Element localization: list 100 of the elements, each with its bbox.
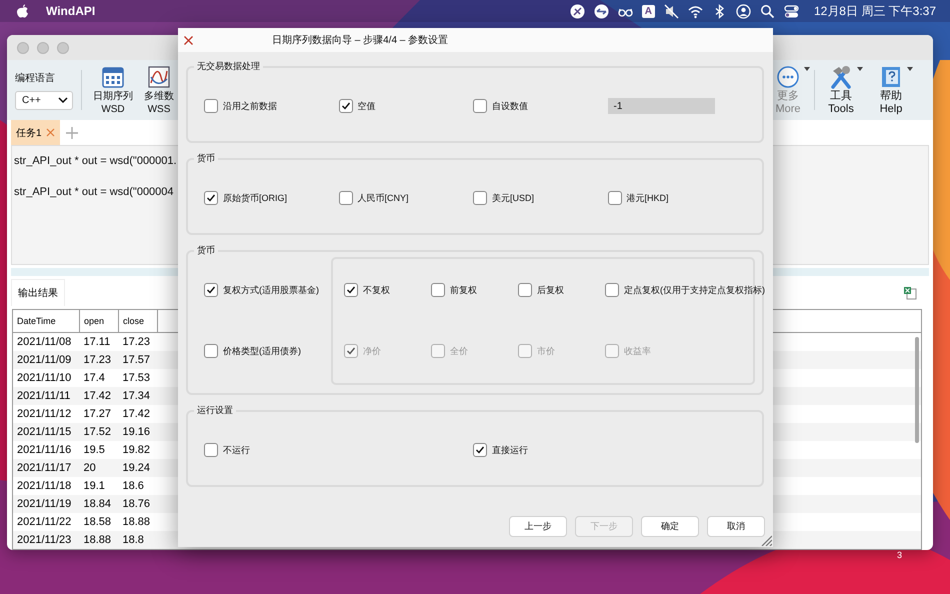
checkbox[interactable] (605, 283, 619, 297)
table-cell: 19.24 (122, 462, 150, 474)
checkbox-label: 人民币[CNY] (358, 192, 409, 204)
close-icon[interactable] (46, 128, 55, 137)
status-icon[interactable] (570, 4, 585, 18)
table-cell: 17.23 (84, 354, 112, 366)
checkbox[interactable] (473, 191, 487, 205)
table-cell: 17.23 (122, 336, 150, 348)
dialog-button[interactable]: 上一步 (509, 516, 567, 537)
column-header[interactable]: close (118, 310, 158, 332)
checkbox-label: 不运行 (223, 444, 250, 456)
checkbox[interactable] (204, 344, 218, 358)
table-cell: 2021/11/10 (17, 372, 72, 384)
checkbox[interactable] (204, 283, 218, 297)
table-cell: 2021/11/22 (17, 516, 72, 528)
check-icon (206, 193, 216, 203)
check-icon (346, 346, 356, 356)
clock[interactable]: 12月8日 周三 下午3:37 (814, 2, 936, 20)
checkbox[interactable] (473, 99, 487, 113)
table-cell: 2021/11/12 (17, 408, 72, 420)
toolbar-button[interactable]: 帮助 Help (867, 64, 915, 116)
checkbox[interactable] (608, 191, 622, 205)
table-cell: 18.58 (84, 516, 112, 528)
checkbox[interactable] (344, 283, 358, 297)
dropdown-arrow-icon (804, 66, 810, 70)
spreadsheet-export-icon[interactable] (903, 286, 917, 300)
code-line: str_API_out * out = wsd("000001. (14, 154, 177, 169)
checkbox-label: 直接运行 (492, 444, 528, 456)
table-cell: 2021/11/16 (17, 444, 72, 456)
scrollbar[interactable] (915, 337, 919, 443)
checkbox-label: 空值 (358, 100, 376, 112)
table-cell: 18.76 (122, 498, 150, 510)
user-icon[interactable] (736, 4, 751, 18)
checkbox-label: 后复权 (537, 284, 564, 296)
toolbar-button[interactable]: 日期序列 WSD (90, 64, 136, 116)
column-header[interactable]: open (80, 310, 118, 332)
desktop-label: 3 (897, 550, 902, 560)
dropdown-arrow-icon (857, 66, 863, 70)
value-field[interactable]: -1 (608, 98, 714, 114)
output-tab[interactable]: 输出结果 (11, 279, 65, 306)
table-cell: 18.8 (122, 534, 144, 546)
add-tab-icon[interactable] (66, 126, 78, 138)
dialog-title: 日期序列数据向导 – 步骤4/4 – 参数设置 (272, 34, 448, 47)
table-cell: 17.57 (122, 354, 150, 366)
checkbox-label: 原始货币[ORIG] (223, 192, 288, 204)
check-icon (340, 101, 350, 111)
toolbar-button[interactable]: 工具 Tools (817, 64, 865, 116)
checkbox-label: 复权方式(适用股票基金) (223, 284, 319, 296)
checkbox-label: 沿用之前数据 (223, 100, 277, 112)
status-icon[interactable] (594, 4, 609, 18)
checkbox-label: 美元[USD] (492, 192, 534, 204)
group-title: 货币 (196, 152, 216, 165)
close-icon[interactable] (184, 36, 193, 44)
table-cell: 17.27 (84, 408, 112, 420)
table-cell: 18.88 (84, 534, 112, 546)
checkbox[interactable] (473, 443, 487, 457)
resize-grip-icon[interactable] (760, 534, 772, 546)
checkbox-label: 自设数值 (492, 100, 528, 112)
dialog-button[interactable]: 确定 (641, 516, 699, 537)
search-icon[interactable] (760, 4, 775, 18)
table-cell: 19.16 (122, 426, 150, 438)
checkbox[interactable] (204, 191, 218, 205)
checkbox[interactable] (204, 443, 218, 457)
table-cell: 20 (84, 462, 96, 474)
column-header[interactable]: DateTime (13, 310, 80, 332)
app-name[interactable]: WindAPI (46, 4, 96, 18)
table-cell: 2021/11/08 (17, 336, 72, 348)
help-icon (879, 64, 903, 88)
checkbox[interactable] (431, 283, 445, 297)
checkbox[interactable] (338, 191, 352, 205)
table-cell: 2021/11/09 (17, 354, 72, 366)
apple-icon[interactable] (15, 4, 30, 18)
task-tab[interactable]: 任务1 (11, 120, 60, 145)
table-cell: 17.52 (84, 426, 112, 438)
chevron-icon (58, 97, 68, 103)
table-cell: 2021/11/23 (17, 534, 72, 546)
muted-speaker-icon[interactable] (664, 4, 679, 18)
group-title: 货币 (196, 244, 216, 257)
table-cell: 17.42 (84, 390, 112, 402)
check-icon (206, 285, 216, 295)
table-cell: 2021/11/11 (17, 390, 70, 402)
checkbox[interactable] (518, 283, 532, 297)
table-cell: 17.34 (122, 390, 150, 402)
language-select[interactable]: C++ (15, 90, 73, 110)
code-line: str_API_out * out = wsd("000004 (14, 185, 174, 200)
checkbox[interactable] (338, 99, 352, 113)
chart-icon (147, 64, 171, 88)
table-cell: 2021/11/18 (17, 480, 72, 492)
wifi-icon[interactable] (688, 4, 703, 18)
table-cell: 2021/11/17 (17, 462, 72, 474)
checkbox-label: 市价 (537, 344, 555, 358)
checkbox-label: 全价 (450, 344, 468, 358)
checkbox-label: 不复权 (363, 284, 390, 296)
control-center-icon[interactable] (784, 4, 799, 18)
checkbox[interactable] (204, 99, 218, 113)
checkbox-label: 净价 (363, 344, 381, 358)
table-cell: 2021/11/15 (17, 426, 72, 438)
table-cell: 2021/11/19 (17, 498, 72, 510)
language-label: 编程语言 (15, 72, 56, 84)
dialog-button[interactable]: 取消 (707, 516, 765, 537)
